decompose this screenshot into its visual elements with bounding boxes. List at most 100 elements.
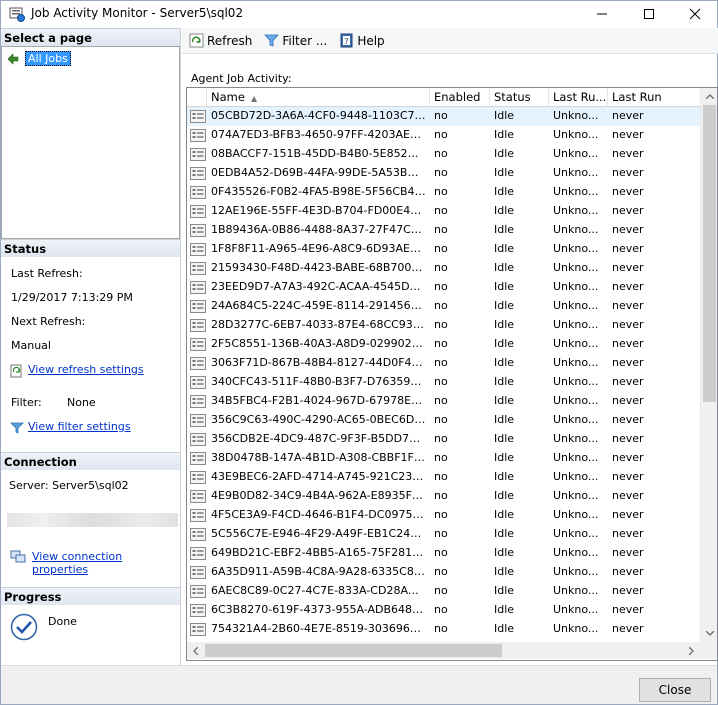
grid-header: Name ▲ Enabled Status Last Ru... Last Run	[187, 88, 701, 107]
table-row[interactable]: 3063F71D-867B-48B4-8127-44D0F4387A... no I…	[187, 354, 701, 373]
table-row[interactable]: 4F5CE3A9-F4CD-4646-B1F4-DC0975DD9... no Id…	[187, 506, 701, 525]
table-row[interactable]: 38D0478B-147A-4B1D-A308-CBBF1FEB0... no Id…	[187, 449, 701, 468]
table-row[interactable]: 4E9B0D82-34C9-4B4A-962A-E8935FE76... no Id…	[187, 487, 701, 506]
status-cell: Idle	[494, 432, 515, 445]
title-bar: Job Activity Monitor - Server5\sql02	[1, 1, 717, 27]
table-row[interactable]: 6C3B8270-619F-4373-955A-ADB6488A75... no I…	[187, 601, 701, 620]
page-item-label: All Jobs	[25, 51, 71, 66]
minimize-button[interactable]	[579, 1, 625, 27]
page-item-all-jobs[interactable]: All Jobs	[6, 51, 71, 66]
status-cell: Idle	[494, 337, 515, 350]
status-cell: Idle	[494, 318, 515, 331]
table-row[interactable]: 05CBD72D-3A6A-4CF0-9448-1103C77C2... no Id…	[187, 107, 701, 126]
job-activity-monitor-icon	[9, 7, 25, 22]
enabled-cell: no	[434, 280, 448, 293]
agent-job-activity-label: Agent Job Activity:	[191, 72, 292, 85]
last-run-outcome-cell: Unkno...	[553, 527, 599, 540]
last-run-outcome-cell: Unkno...	[553, 299, 599, 312]
maximize-button[interactable]	[626, 1, 672, 27]
scroll-down-arrow[interactable]	[701, 625, 717, 642]
footer-bar: Close	[1, 665, 717, 704]
vertical-scroll-thumb[interactable]	[703, 105, 716, 402]
horizontal-scroll-thumb[interactable]	[205, 644, 502, 657]
horizontal-scrollbar[interactable]	[187, 642, 700, 659]
table-row[interactable]: 23EED9D7-A7A3-492C-ACAA-4545DD32... no Idl…	[187, 278, 701, 297]
enabled-cell: no	[434, 185, 448, 198]
job-icon	[190, 148, 206, 161]
column-header-last-run[interactable]: Last Run	[608, 88, 701, 107]
job-name-cell: 43E9BEC6-2AFD-4714-A745-921C23A70...	[211, 470, 430, 483]
enabled-cell: no	[434, 223, 448, 236]
table-row[interactable]: 28D3277C-6EB7-4033-87E4-68CC93683... no Id…	[187, 316, 701, 335]
table-row[interactable]: 0F435526-F0B2-4FA5-B98E-5F56CB4389... no I…	[187, 183, 701, 202]
table-row[interactable]: 24A684C5-224C-459E-8114-29145690DD... no I…	[187, 297, 701, 316]
column-header-name-label: Name	[211, 90, 245, 104]
table-row[interactable]: 5C556C7E-E946-4F29-A49F-EB1C2467FF... no I…	[187, 525, 701, 544]
last-run-cell: never	[612, 584, 644, 597]
table-row[interactable]: 08BACCF7-151B-45DD-B4B0-5E852D185... no Id…	[187, 145, 701, 164]
table-row[interactable]: 074A7ED3-BFB3-4650-97FF-4203AEA95... no Id…	[187, 126, 701, 145]
select-page-header: Select a page	[1, 28, 180, 46]
window-title: Job Activity Monitor - Server5\sql02	[31, 6, 244, 20]
last-run-cell: never	[612, 185, 644, 198]
job-name-cell: 356C9C63-490C-4290-AC65-0BEC6DE31...	[211, 413, 430, 426]
enabled-cell: no	[434, 299, 448, 312]
table-row[interactable]: 6AEC8C89-0C27-4C7E-833A-CD28AC1E8... no Id…	[187, 582, 701, 601]
table-row[interactable]: 1F8F8F11-A965-4E96-A8C9-6D93AE600... no Id…	[187, 240, 701, 259]
last-run-cell: never	[612, 166, 644, 179]
enabled-cell: no	[434, 204, 448, 217]
close-button[interactable]: Close	[639, 678, 711, 702]
refresh-icon	[189, 33, 204, 48]
view-refresh-settings-link[interactable]: View refresh settings	[28, 363, 144, 376]
table-row[interactable]: 356CDB2E-4DC9-487C-9F3F-B5DD7F08... no Idl…	[187, 430, 701, 449]
table-row[interactable]: 754321A4-2B60-4E7E-8519-3036964C0A... no I…	[187, 620, 701, 639]
table-row[interactable]: 649BD21C-EBF2-4BB5-A165-75F281749... no Id…	[187, 544, 701, 563]
scroll-right-arrow[interactable]	[683, 642, 700, 659]
table-row[interactable]: 21593430-F48D-4423-BABE-68B7000987... no I…	[187, 259, 701, 278]
status-cell: Idle	[494, 280, 515, 293]
last-run-outcome-cell: Unkno...	[553, 375, 599, 388]
filter-button[interactable]: Filter ...	[260, 31, 331, 50]
last-run-cell: never	[612, 318, 644, 331]
last-run-outcome-cell: Unkno...	[553, 280, 599, 293]
minimize-icon	[597, 13, 607, 15]
job-name-cell: 074A7ED3-BFB3-4650-97FF-4203AEA95...	[211, 128, 430, 141]
table-row[interactable]: 34B5FBC4-F2B1-4024-967D-67978E5CB... no Id…	[187, 392, 701, 411]
table-row[interactable]: 6A35D911-A59B-4C8A-9A28-6335C8BDC... no Id…	[187, 563, 701, 582]
close-window-button[interactable]	[672, 1, 718, 27]
job-icon	[190, 528, 206, 541]
job-name-cell: 0F435526-F0B2-4FA5-B98E-5F56CB4389...	[211, 185, 430, 198]
column-header-last-run-outcome[interactable]: Last Ru...	[549, 88, 608, 107]
help-button[interactable]: ? Help	[335, 31, 388, 50]
view-filter-settings-link[interactable]: View filter settings	[28, 420, 131, 433]
column-header-name[interactable]: Name ▲	[207, 88, 430, 107]
job-icon	[190, 281, 206, 294]
table-row[interactable]: 340CFC43-511F-48B0-B3F7-D763598F0B... no I…	[187, 373, 701, 392]
table-row[interactable]: 0EDB4A52-D69B-44FA-99DE-5A53BD1A... no Idl…	[187, 164, 701, 183]
enabled-cell: no	[434, 109, 448, 122]
status-cell: Idle	[494, 546, 515, 559]
last-run-cell: never	[612, 489, 644, 502]
scroll-left-arrow[interactable]	[187, 642, 204, 659]
last-run-outcome-cell: Unkno...	[553, 166, 599, 179]
column-header-status[interactable]: Status	[490, 88, 549, 107]
status-cell: Idle	[494, 603, 515, 616]
table-row[interactable]: 43E9BEC6-2AFD-4714-A745-921C23A70... no Id…	[187, 468, 701, 487]
last-run-cell: never	[612, 546, 644, 559]
status-cell: Idle	[494, 565, 515, 578]
column-header-enabled[interactable]: Enabled	[430, 88, 490, 107]
enabled-cell: no	[434, 432, 448, 445]
job-icon	[190, 433, 206, 446]
refresh-button[interactable]: Refresh	[185, 31, 256, 50]
view-connection-properties-link[interactable]: View connection properties	[32, 550, 180, 576]
last-run-cell: never	[612, 508, 644, 521]
job-icon	[190, 357, 206, 370]
table-row[interactable]: 1B89436A-0B86-4488-8A37-27F47C44AF... no I…	[187, 221, 701, 240]
job-icon	[190, 471, 206, 484]
scroll-up-arrow[interactable]	[701, 88, 717, 105]
last-run-outcome-cell: Unkno...	[553, 318, 599, 331]
table-row[interactable]: 2F5C8551-136B-40A3-A8D9-029902E068... no I…	[187, 335, 701, 354]
table-row[interactable]: 12AE196E-55FF-4E3D-B704-FD00E4EBE... no Id…	[187, 202, 701, 221]
vertical-scrollbar[interactable]	[700, 88, 717, 642]
table-row[interactable]: 356C9C63-490C-4290-AC65-0BEC6DE31... no Id…	[187, 411, 701, 430]
